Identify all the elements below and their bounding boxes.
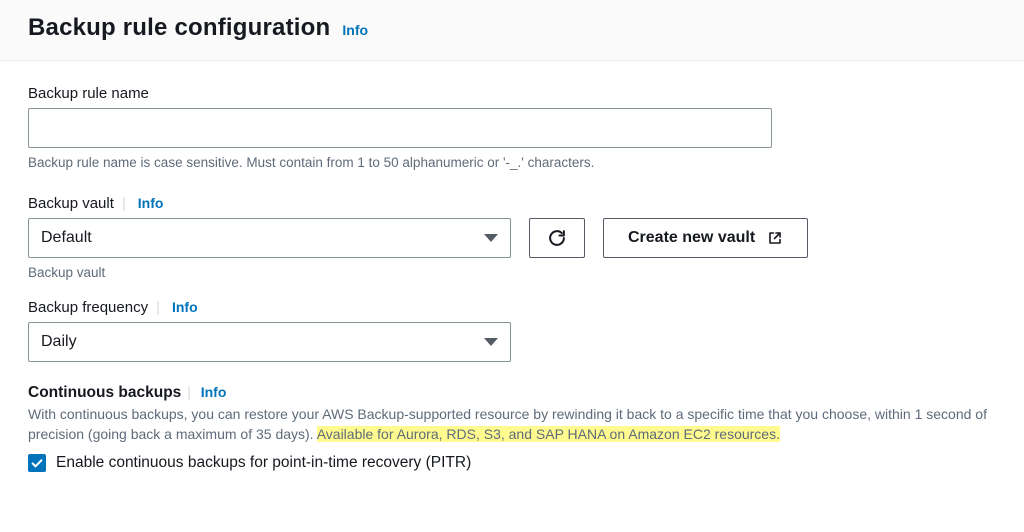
- panel-title: Backup rule configuration: [28, 14, 330, 42]
- vault-label: Backup vault: [28, 195, 114, 212]
- continuous-description: With continuous backups, you can restore…: [28, 404, 996, 445]
- frequency-select[interactable]: Daily: [28, 322, 511, 362]
- continuous-desc-highlight: Available for Aurora, RDS, S3, and SAP H…: [317, 426, 780, 442]
- rule-name-input[interactable]: [28, 108, 772, 148]
- rule-name-label: Backup rule name: [28, 85, 996, 102]
- frequency-field: Backup frequency | Info Daily: [28, 299, 996, 362]
- chevron-down-icon: [484, 234, 498, 242]
- header-info-link[interactable]: Info: [342, 22, 368, 38]
- divider: |: [187, 384, 191, 400]
- rule-name-label-text: Backup rule name: [28, 85, 149, 102]
- chevron-down-icon: [484, 338, 498, 346]
- divider: |: [156, 299, 160, 316]
- check-icon: [30, 456, 44, 470]
- backup-rule-config-panel: Backup rule configuration Info Backup ru…: [0, 0, 1024, 488]
- frequency-label: Backup frequency: [28, 299, 148, 316]
- vault-field: Backup vault | Info Default Create new v…: [28, 195, 996, 283]
- continuous-label: Continuous backups: [28, 384, 181, 401]
- refresh-button[interactable]: [529, 218, 585, 258]
- vault-sub-hint: Backup vault: [28, 264, 996, 283]
- frequency-info-link[interactable]: Info: [172, 299, 198, 315]
- continuous-info-link[interactable]: Info: [201, 384, 227, 400]
- continuous-backups-section: Continuous backups | Info With continuou…: [28, 384, 996, 473]
- rule-name-field: Backup rule name Backup rule name is cas…: [28, 85, 996, 173]
- external-link-icon: [767, 230, 783, 246]
- create-vault-label: Create new vault: [628, 229, 755, 247]
- pitr-checkbox-label: Enable continuous backups for point-in-t…: [56, 454, 471, 472]
- rule-name-hint: Backup rule name is case sensitive. Must…: [28, 154, 996, 173]
- pitr-checkbox-row: Enable continuous backups for point-in-t…: [28, 454, 996, 472]
- vault-select-value: Default: [41, 229, 92, 247]
- frequency-label-row: Backup frequency | Info: [28, 299, 996, 316]
- refresh-icon: [547, 228, 567, 248]
- panel-header: Backup rule configuration Info: [0, 0, 1024, 61]
- panel-body: Backup rule name Backup rule name is cas…: [0, 61, 1024, 488]
- vault-select[interactable]: Default: [28, 218, 511, 258]
- pitr-checkbox[interactable]: [28, 454, 46, 472]
- vault-label-row: Backup vault | Info: [28, 195, 996, 212]
- create-vault-button[interactable]: Create new vault: [603, 218, 808, 258]
- continuous-label-row: Continuous backups | Info: [28, 384, 996, 402]
- vault-info-link[interactable]: Info: [138, 195, 164, 211]
- frequency-select-value: Daily: [41, 333, 77, 351]
- divider: |: [122, 195, 126, 212]
- vault-controls-row: Default Create new vault: [28, 218, 996, 258]
